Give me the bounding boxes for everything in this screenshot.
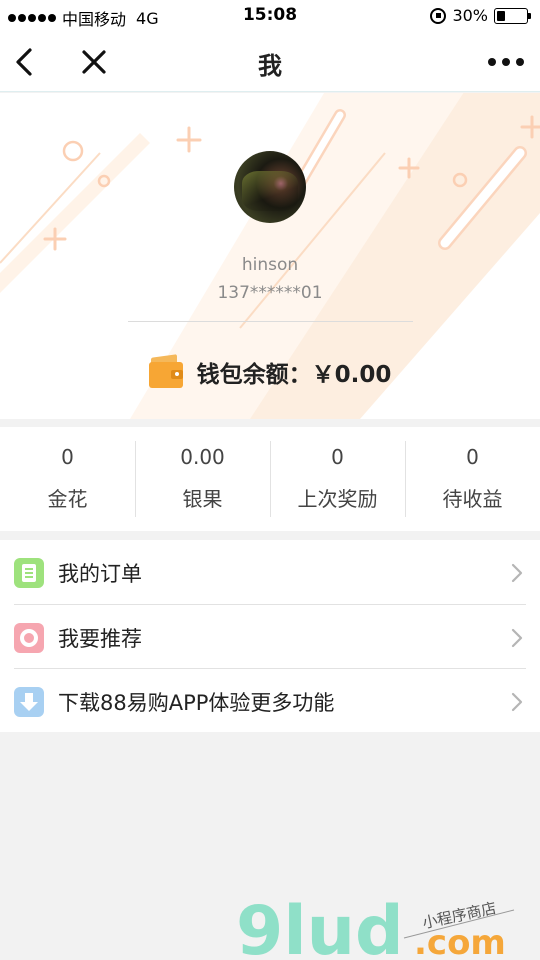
more-button[interactable] [488,52,524,72]
nav-bar: 我 [0,32,540,92]
recommend-icon [14,623,44,653]
divider [128,321,413,322]
stat-label: 银果 [182,487,223,511]
wallet-icon [148,354,183,388]
username: hinson [241,255,299,275]
stat-value: 0 [61,445,74,469]
stat-value: 0 [466,445,479,469]
wallet-balance[interactable]: 钱包余额：￥0.00 [0,354,540,389]
menu-item-label: 我要推荐 [58,627,142,651]
menu-item-label: 下载88易购APP体验更多功能 [58,691,335,715]
close-button[interactable] [76,44,112,80]
phone-number: 137******01 [217,283,323,303]
profile-header: hinson 137******01 钱包余额：￥0.00 [0,93,540,419]
stat-jinhua[interactable]: 0 金花 [0,427,135,531]
watermark-logo: 9lud .com 小程序商店 [236,892,515,960]
more-dot-icon [502,58,510,66]
rotation-lock-icon [430,7,447,24]
watermark-logo-text: 9lud [236,892,404,960]
stat-pending-income[interactable]: 0 待收益 [405,427,540,531]
avatar[interactable] [234,151,306,223]
more-dot-icon [488,58,496,66]
menu-item-orders[interactable]: 我的订单 [14,540,526,604]
stat-last-reward[interactable]: 0 上次奖励 [270,427,405,531]
stat-value: 0.00 [180,445,225,469]
back-icon [16,48,32,76]
battery-fill [497,10,506,21]
chevron-right-icon [511,563,523,583]
battery-percent: 30% [452,6,488,25]
battery-icon [494,7,531,24]
wallet-balance-label: 钱包余额：￥0.00 [196,362,392,388]
menu-item-download-app[interactable]: 下载88易购APP体验更多功能 [14,668,526,732]
menu-list: 我的订单 我要推荐 下载88易购APP体验更多功能 [0,540,540,732]
stat-label: 待收益 [442,487,503,511]
status-right: 30% [430,6,531,25]
more-dot-icon [516,58,524,66]
download-icon [14,687,44,717]
close-icon [82,50,106,74]
stat-label: 上次奖励 [297,487,378,511]
orders-icon [14,558,44,588]
stat-label: 金花 [47,487,88,511]
chevron-right-icon [511,692,523,712]
stat-yinguo[interactable]: 0.00 银果 [135,427,270,531]
menu-item-label: 我的订单 [58,562,142,586]
chevron-right-icon [511,628,523,648]
back-button[interactable] [8,44,44,80]
stat-value: 0 [331,445,344,469]
status-bar: 中国移动 4G 15:08 30% [0,0,540,32]
menu-item-recommend[interactable]: 我要推荐 [14,604,526,668]
stats-bar: 0 金花 0.00 银果 0 上次奖励 0 待收益 [0,427,540,531]
